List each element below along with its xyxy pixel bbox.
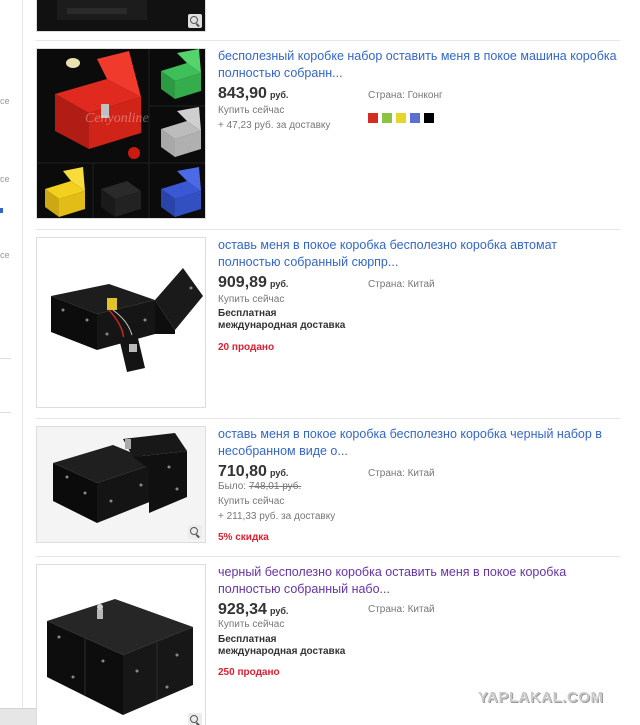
listing-item: Cenyonline бесполезный коробке набор ост… bbox=[36, 48, 620, 223]
product-thumbnail[interactable] bbox=[36, 237, 206, 408]
shipping-cost: + 47,23 руб. за доставку bbox=[218, 120, 331, 131]
price-currency: руб. bbox=[269, 606, 289, 616]
sold-count: 20 продано bbox=[218, 342, 275, 353]
zoom-icon[interactable] bbox=[188, 713, 202, 725]
product-thumbnail[interactable] bbox=[36, 426, 206, 543]
price-currency: руб. bbox=[269, 468, 289, 478]
product-thumbnail[interactable] bbox=[36, 0, 206, 32]
free-shipping-label: Бесплатная bbox=[218, 308, 277, 319]
sidebar-text-fragment[interactable]: ce bbox=[0, 250, 10, 260]
listing-title-link[interactable]: оставь меня в покое коробка бесполезно к… bbox=[218, 237, 618, 271]
site-watermark: YAPLAKAL.COM bbox=[478, 689, 604, 706]
zoom-icon[interactable] bbox=[188, 525, 202, 539]
zoom-icon[interactable] bbox=[188, 14, 202, 28]
color-swatches bbox=[368, 113, 434, 123]
sidebar-text-fragment[interactable]: ce bbox=[0, 96, 10, 106]
price: 909,89 руб. bbox=[218, 274, 288, 292]
listing-item bbox=[36, 0, 620, 32]
buy-now-label: Купить сейчас bbox=[218, 105, 285, 116]
left-sidebar: ce ce ce bbox=[0, 0, 23, 725]
country-label: Страна: Китай bbox=[368, 468, 435, 479]
country-label: Страна: Гонконг bbox=[368, 90, 443, 101]
price-value: 909,89 bbox=[218, 274, 267, 291]
image-watermark-text: Cenyonline bbox=[85, 111, 149, 126]
buy-now-label: Купить сейчас bbox=[218, 496, 285, 507]
price-value: 928,34 bbox=[218, 601, 267, 618]
listing-title-link[interactable]: черный бесполезно коробка оставить меня … bbox=[218, 564, 618, 598]
country-label: Страна: Китай bbox=[368, 279, 435, 290]
price-currency: руб. bbox=[269, 90, 289, 100]
shipping-cost: + 211,33 руб. за доставку bbox=[218, 511, 336, 522]
product-thumbnail[interactable] bbox=[36, 564, 206, 725]
listing-item: оставь меня в покое коробка бесполезно к… bbox=[36, 426, 620, 546]
free-shipping-label: Бесплатная bbox=[218, 634, 277, 645]
discount-label: 5% скидка bbox=[218, 532, 269, 543]
listing-item: оставь меня в покое коробка бесполезно к… bbox=[36, 237, 620, 412]
country-label: Страна: Китай bbox=[368, 604, 435, 615]
price-value: 710,80 bbox=[218, 463, 267, 480]
color-swatch-black[interactable] bbox=[424, 113, 434, 123]
price: 928,34 руб. bbox=[218, 601, 288, 619]
listing-divider bbox=[36, 418, 620, 419]
price-currency: руб. bbox=[269, 279, 289, 289]
color-swatch-green[interactable] bbox=[382, 113, 392, 123]
color-swatch-yellow[interactable] bbox=[396, 113, 406, 123]
international-shipping-label: международная доставка bbox=[218, 646, 346, 657]
buy-now-label: Купить сейчас bbox=[218, 294, 285, 305]
sidebar-divider bbox=[0, 358, 11, 359]
listing-title-link[interactable]: оставь меня в покое коробка бесполезно к… bbox=[218, 426, 618, 460]
color-swatch-red[interactable] bbox=[368, 113, 378, 123]
was-label: Было: bbox=[218, 481, 247, 492]
price: 710,80 руб. bbox=[218, 463, 288, 481]
listing-divider bbox=[36, 40, 620, 41]
listing-divider bbox=[36, 556, 620, 557]
sidebar-divider bbox=[0, 412, 11, 413]
color-swatch-blue[interactable] bbox=[410, 113, 420, 123]
sold-count: 250 продано bbox=[218, 667, 280, 678]
sidebar-selection-mark bbox=[0, 208, 3, 213]
listing-divider bbox=[36, 229, 620, 230]
original-price: Было: 748,01 руб. bbox=[218, 481, 301, 492]
price-value: 843,90 bbox=[218, 85, 267, 102]
price: 843,90 руб. bbox=[218, 85, 288, 103]
was-price: 748,01 руб. bbox=[248, 481, 302, 492]
listing-title-link[interactable]: бесполезный коробке набор оставить меня … bbox=[218, 48, 618, 82]
buy-now-label: Купить сейчас bbox=[218, 619, 285, 630]
sidebar-text-fragment[interactable]: ce bbox=[0, 174, 10, 184]
product-thumbnail[interactable]: Cenyonline bbox=[36, 48, 206, 219]
international-shipping-label: международная доставка bbox=[218, 320, 346, 331]
